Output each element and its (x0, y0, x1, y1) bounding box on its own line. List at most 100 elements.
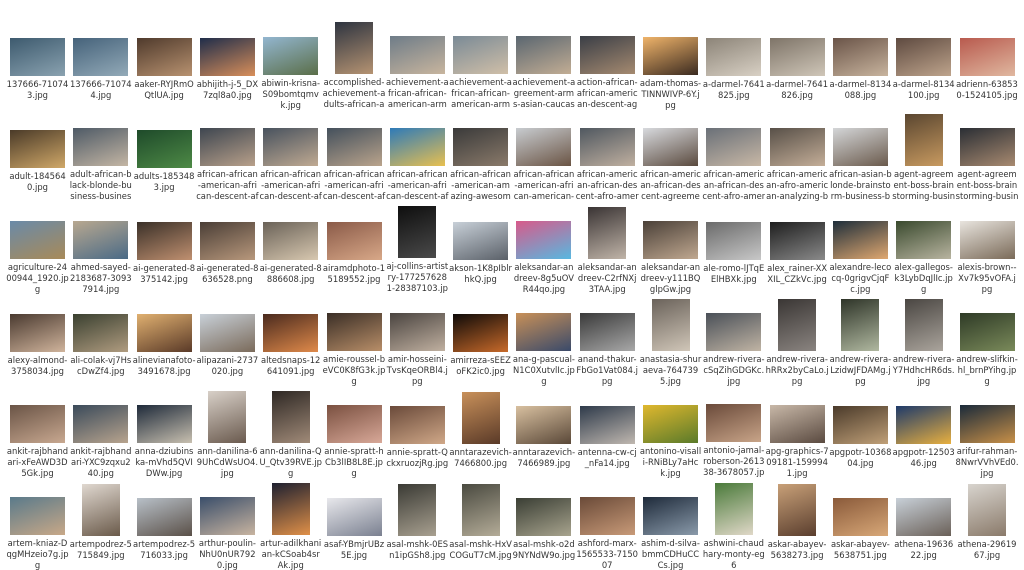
image-thumbnail[interactable] (199, 496, 255, 535)
image-thumbnail[interactable] (263, 222, 319, 260)
image-thumbnail[interactable] (453, 128, 509, 166)
file-item[interactable]: achievement-african-african-american-arm… (449, 16, 512, 110)
file-item[interactable]: achievement-agreement-arms-asian-caucasi… (512, 16, 575, 110)
file-item[interactable]: antonio-jamal-roberson-261338-3678057.jp… (702, 384, 765, 478)
image-thumbnail[interactable] (643, 220, 698, 259)
file-item[interactable]: athena-1963622.jpg (892, 476, 955, 570)
file-item[interactable]: achievement-african-african-american-arm… (386, 16, 449, 110)
file-item[interactable]: ashford-marx-1565533-715007 (576, 476, 639, 570)
file-item[interactable]: ai-generated-8886608.jpg (259, 200, 322, 294)
file-item[interactable]: antonino-visalli-RNiBLy7aHck.jpg (639, 384, 702, 478)
file-item[interactable]: anntarazevich-7466989.jpg (512, 384, 575, 478)
image-thumbnail[interactable] (263, 128, 319, 166)
image-thumbnail[interactable] (389, 406, 445, 444)
image-thumbnail[interactable] (769, 38, 825, 76)
image-thumbnail[interactable] (959, 312, 1015, 351)
file-item[interactable]: african-african-american-african-descent… (323, 108, 386, 202)
file-item[interactable]: apg-graphics-709181-1599941.jpg (766, 384, 829, 478)
image-thumbnail[interactable] (769, 128, 825, 166)
file-item[interactable]: anna-dziubinska-mVhd5QVIDWw.jpg (133, 384, 196, 478)
image-thumbnail[interactable] (398, 484, 437, 536)
image-thumbnail[interactable] (516, 128, 572, 166)
file-item[interactable]: alinevianafoto-3491678.jpg (133, 292, 196, 386)
file-item[interactable]: african-american-african-descent-afro-am… (702, 108, 765, 202)
file-item[interactable]: asal-mshk-HxVCOGuT7cM.jpg (449, 476, 512, 570)
file-item[interactable]: alex-gallegos-k3LybDqJlIc.jpg (892, 200, 955, 294)
image-thumbnail[interactable] (136, 498, 192, 536)
image-thumbnail[interactable] (516, 312, 572, 351)
file-item[interactable]: agriculture-2400944_1920.jpg (6, 200, 69, 294)
image-thumbnail[interactable] (136, 38, 192, 76)
image-thumbnail[interactable] (453, 222, 509, 260)
image-thumbnail[interactable] (588, 206, 627, 259)
file-item[interactable]: anand-thakur-FbGo1Vat084.jpg (576, 292, 639, 386)
image-thumbnail[interactable] (10, 404, 65, 443)
image-thumbnail[interactable] (271, 390, 310, 443)
file-item[interactable]: apgpotr-1250346.jpg (892, 384, 955, 478)
file-item[interactable]: andrew-slifkin-hl_brnPYihg.jpg (956, 292, 1019, 386)
image-thumbnail[interactable] (263, 36, 319, 75)
image-thumbnail[interactable] (832, 128, 888, 166)
file-item[interactable]: 137666-710744.jpg (69, 16, 132, 110)
file-item[interactable]: african-african-american-african-descent… (196, 108, 259, 202)
image-thumbnail[interactable] (398, 206, 437, 258)
file-item[interactable]: ann-danilina-69UhCdWsUO4.jpg (196, 384, 259, 478)
file-item[interactable]: anastasia-shuraeva-7647395.jpg (639, 292, 702, 386)
image-thumbnail[interactable] (896, 38, 952, 76)
image-thumbnail[interactable] (326, 404, 382, 443)
image-thumbnail[interactable] (199, 222, 255, 260)
file-item[interactable]: arifur-rahman-8NwrVVhVEd0.jpg (956, 384, 1019, 478)
file-item[interactable]: annie-spratt-hCb3lIB8L8E.jpg (323, 384, 386, 478)
file-item[interactable]: ankit-rajbhandari-YXC9zqxu240.jpg (69, 384, 132, 478)
image-thumbnail[interactable] (136, 130, 192, 168)
image-thumbnail[interactable] (832, 406, 888, 444)
file-item[interactable]: african-american-african-descent-afro-am… (576, 108, 639, 202)
file-item[interactable]: ai-generated-8636528.png (196, 200, 259, 294)
file-item[interactable]: alexis-brown--Xv7k95vOFA.jpg (956, 200, 1019, 294)
file-item[interactable]: a-darmel-8134088.jpg (829, 16, 892, 110)
file-item[interactable]: african-asian-blonde-brainstorm-business… (829, 108, 892, 202)
file-item[interactable]: artem-kniaz-DqgMHzeio7g.jpg (6, 476, 69, 570)
image-thumbnail[interactable] (199, 128, 255, 166)
image-thumbnail[interactable] (389, 312, 445, 351)
image-thumbnail[interactable] (10, 130, 65, 168)
image-thumbnail[interactable] (714, 482, 753, 535)
file-item[interactable]: artempodrez-5716033.jpg (133, 476, 196, 570)
image-thumbnail[interactable] (706, 312, 762, 351)
file-item[interactable]: ai-generated-8375142.jpg (133, 200, 196, 294)
image-thumbnail[interactable] (73, 128, 129, 166)
file-item[interactable]: african-american-afro-american-analyzing… (766, 108, 829, 202)
file-item[interactable]: ankit-rajbhandari-xFeAWD3D5Gk.jpg (6, 384, 69, 478)
file-item[interactable]: ale-romo-lJTqEElHBXk.jpg (702, 200, 765, 294)
file-item[interactable]: akson-1K8pIblrhkQ.jpg (449, 200, 512, 294)
file-item[interactable]: andrew-rivera-cSqZihGDGKc.jpg (702, 292, 765, 386)
image-thumbnail[interactable] (706, 222, 762, 260)
file-item[interactable]: a-darmel-7641826.jpg (766, 16, 829, 110)
file-item[interactable]: adults-1853483.jpg (133, 108, 196, 202)
file-item[interactable]: artur-adilkhanian-kCSoab4srAk.jpg (259, 476, 322, 570)
image-thumbnail[interactable] (136, 404, 192, 443)
image-thumbnail[interactable] (516, 220, 572, 259)
file-item[interactable]: agent-agreement-boss-brainstorming-busin… (956, 108, 1019, 202)
file-item[interactable]: african-african-american-african-descent… (386, 108, 449, 202)
file-item[interactable]: annie-spratt-QckxruozjRg.jpg (386, 384, 449, 478)
image-thumbnail[interactable] (832, 38, 888, 76)
image-thumbnail[interactable] (832, 498, 888, 536)
image-thumbnail[interactable] (10, 38, 65, 76)
file-item[interactable]: amie-roussel-beVC0K8fG3k.jpg (323, 292, 386, 386)
image-thumbnail[interactable] (516, 498, 572, 536)
file-item[interactable]: alexandre-lecocq-0grigvCjqFc.jpg (829, 200, 892, 294)
image-thumbnail[interactable] (579, 406, 635, 444)
image-thumbnail[interactable] (453, 36, 509, 74)
image-thumbnail[interactable] (389, 128, 445, 166)
file-item[interactable]: aj-collins-artistry-1772576281-28387103.… (386, 200, 449, 294)
file-item[interactable]: ali-colak-vj7HscDwZf4.jpg (69, 292, 132, 386)
image-thumbnail[interactable] (959, 404, 1015, 443)
file-item[interactable]: ann-danilina-QU_Qtv39RVE.jpg (259, 384, 322, 478)
file-item[interactable]: african-african-american-african-descent… (259, 108, 322, 202)
image-thumbnail[interactable] (516, 36, 572, 74)
file-item[interactable]: abiwin-krisna-S09bomtqmvk.jpg (259, 16, 322, 110)
file-item[interactable]: aleksandar-andreev-y111BQglpGw.jpg (639, 200, 702, 294)
file-item[interactable]: 137666-710743.jpg (6, 16, 69, 110)
image-thumbnail[interactable] (73, 220, 129, 259)
